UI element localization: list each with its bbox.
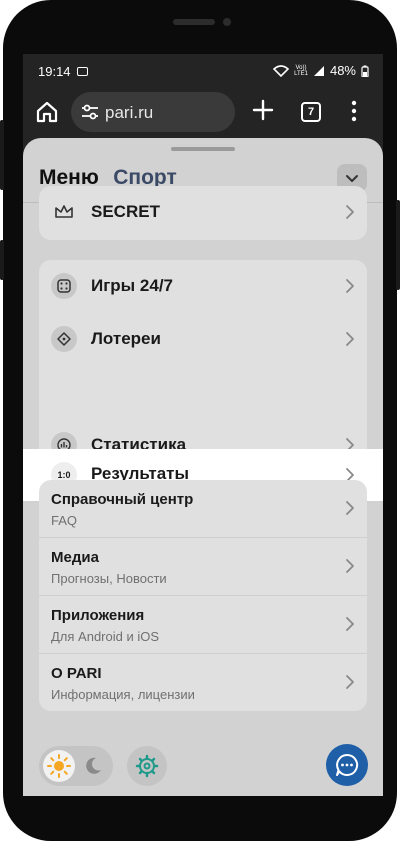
side-button	[0, 240, 4, 280]
dice-icon	[51, 273, 77, 299]
chevron-right-icon	[346, 617, 354, 631]
menu-item-label: Лотереи	[91, 329, 161, 348]
chevron-right-icon	[346, 559, 354, 573]
menu-item-lottery[interactable]: Лотереи	[39, 313, 367, 366]
signal-icon	[313, 65, 324, 76]
menu-item-label: SECRET	[91, 202, 160, 221]
menu-sheet: Меню Спорт SECRET Игры 24/7 Лотереи Стат…	[23, 138, 383, 796]
theme-toggle[interactable]	[39, 746, 113, 786]
url-text: pari.ru	[105, 103, 154, 122]
chat-button[interactable]	[326, 744, 368, 786]
moon-icon[interactable]	[83, 756, 103, 776]
sheet-grabber[interactable]	[171, 147, 235, 151]
volume-button	[0, 120, 4, 190]
menu-item-help-center[interactable]: Справочный центр FAQ	[39, 480, 367, 538]
menu-item-subtitle: Информация, лицензии	[51, 687, 195, 702]
front-camera	[223, 18, 231, 26]
secret-card: SECRET	[39, 186, 367, 240]
ticket-icon	[51, 326, 77, 352]
screen: 19:14 Vo)) LTE1 48% pari.ru 7 Меню Спорт…	[23, 54, 383, 796]
chevron-right-icon	[346, 332, 354, 346]
more-options-icon[interactable]	[351, 100, 357, 122]
chevron-right-icon	[346, 675, 354, 689]
settings-button[interactable]	[127, 746, 167, 786]
battery-percent: 48%	[329, 63, 356, 78]
menu-item-title: Приложения	[51, 607, 145, 624]
home-icon[interactable]	[35, 100, 59, 124]
menu-item-results-placeholder	[39, 366, 367, 419]
volte-indicator: Vo)) LTE1	[294, 64, 308, 77]
menu-item-subtitle: Прогнозы, Новости	[51, 571, 167, 586]
menu-item-title: О PARI	[51, 665, 102, 682]
phone-frame: 19:14 Vo)) LTE1 48% pari.ru 7 Меню Спорт…	[3, 0, 397, 841]
site-settings-icon[interactable]	[81, 104, 99, 120]
menu-item-games[interactable]: Игры 24/7	[39, 260, 367, 313]
gallery-notification-icon	[77, 67, 88, 76]
sun-icon	[47, 754, 71, 778]
menu-item-secret[interactable]: SECRET	[39, 186, 367, 240]
menu-item-subtitle: FAQ	[51, 513, 78, 528]
tab-switcher-button[interactable]: 7	[301, 102, 321, 122]
power-button	[396, 200, 400, 290]
status-time: 19:14	[38, 64, 71, 79]
menu-item-apps[interactable]: Приложения Для Android и iOS	[39, 596, 367, 654]
menu-item-title: Справочный центр	[51, 491, 194, 508]
chevron-right-icon	[346, 279, 354, 293]
status-bar: 19:14 Vo)) LTE1 48%	[23, 54, 383, 88]
chevron-right-icon	[346, 205, 354, 219]
menu-item-about[interactable]: О PARI Информация, лицензии	[39, 654, 367, 711]
light-mode-button[interactable]	[43, 750, 75, 782]
battery-icon	[361, 65, 369, 77]
gear-icon	[135, 754, 159, 778]
info-card: Справочный центр FAQ Медиа Прогнозы, Нов…	[39, 480, 367, 711]
menu-item-label: Игры 24/7	[91, 276, 174, 295]
chat-icon	[336, 753, 359, 776]
wifi-icon	[273, 64, 290, 77]
menu-item-subtitle: Для Android и iOS	[51, 629, 160, 644]
menu-item-media[interactable]: Медиа Прогнозы, Новости	[39, 538, 367, 596]
menu-item-title: Медиа	[51, 549, 99, 566]
browser-toolbar: pari.ru 7	[23, 88, 383, 138]
games-card: Игры 24/7 Лотереи Статистика	[39, 260, 367, 472]
speaker-grille	[173, 19, 215, 25]
address-bar[interactable]: pari.ru	[71, 92, 235, 132]
crown-icon	[51, 199, 77, 225]
chevron-right-icon	[346, 501, 354, 515]
new-tab-icon[interactable]	[251, 98, 275, 122]
